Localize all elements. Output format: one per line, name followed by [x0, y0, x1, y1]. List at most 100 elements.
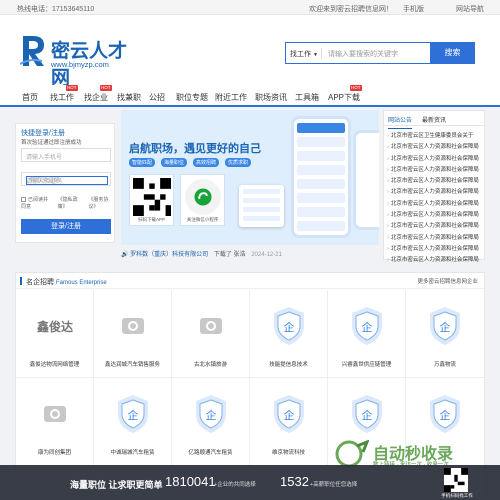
svg-text:企: 企: [128, 408, 139, 422]
svg-text:企: 企: [440, 320, 451, 334]
app-qr-code: 扫码下载APP: [129, 174, 174, 226]
list-item[interactable]: 北京市密云区人力资源和社会保障局: [387, 255, 483, 266]
search-box: 找工作 ▼ 请输入要搜索的关键字 搜索: [285, 42, 475, 64]
nav-public-recruit[interactable]: 公招: [149, 92, 165, 103]
promo-slogan: 海量职位 让求职更简单: [70, 480, 163, 490]
enterprise-card[interactable]: 企 中诚瑞城汽车租赁: [94, 378, 172, 466]
enterprise-card[interactable]: 鑫俊达 鑫俊达物流网络管理: [16, 290, 94, 378]
search-input[interactable]: 请输入要搜索的关键字: [328, 49, 398, 59]
company-name: 技能提信息技术: [269, 362, 308, 368]
nav-home[interactable]: 首页: [22, 92, 38, 103]
app-banner[interactable]: 启航职场，遇见更好的自己 智能匹配 海量职位 高效招聘 优质求职 扫码下载APP 关注…: [121, 110, 379, 245]
nav-part-time[interactable]: 找兼职: [117, 92, 141, 103]
list-item[interactable]: 北京市密云区人力资源和社会保障局: [387, 154, 483, 165]
nav-job-topics[interactable]: 职位专题: [176, 92, 208, 103]
list-item[interactable]: 北京市密云区人力资源和社会保障局: [387, 244, 483, 255]
code-input[interactable]: 请输入验证码 获取验证码: [21, 172, 111, 186]
enterprise-shield-icon: 企: [262, 307, 316, 345]
list-item[interactable]: 北京市密云区人力资源和社会保障局: [387, 176, 483, 187]
camera-icon: [106, 308, 160, 344]
qr1-caption: 扫码下载APP: [137, 217, 165, 222]
ticker-company[interactable]: 罗科数（重庆）科技有限公司: [130, 252, 208, 258]
announcement-panel: 网站公告 最新资讯 北京市密云区卫生健康委员会关于 北京市密云区人力资源和社会保…: [383, 110, 485, 263]
svg-text:企: 企: [440, 408, 451, 422]
hot-badge: HOT: [66, 85, 78, 91]
chevron-down-icon: ▼: [313, 52, 318, 58]
nav-career-news[interactable]: 职场资讯: [255, 92, 287, 103]
app-qr-caption: 手机扫码找工作: [441, 493, 473, 498]
list-item[interactable]: 北京市密云区人力资源和社会保障局: [387, 142, 483, 153]
nav-app-download[interactable]: APP下载 HOT: [328, 85, 362, 103]
enterprise-card[interactable]: 企 亿路顺通汽车租赁: [172, 378, 250, 466]
banner-tags: 智能匹配 海量职位 高效招聘 优质求职: [129, 158, 252, 167]
enterprise-shield-icon: 企: [418, 307, 472, 345]
speaker-icon: 🔊: [121, 252, 129, 258]
agreement-row: 已阅读并同意 《隐私政策》 《服务协议》: [21, 196, 114, 210]
enterprise-card[interactable]: 古北水镇旅游: [172, 290, 250, 378]
svg-text:企: 企: [284, 408, 295, 422]
agree-checkbox[interactable]: 已阅读并同意: [21, 196, 53, 210]
more-enterprises-link[interactable]: 更多密云招聘信息网企业: [417, 277, 478, 285]
privacy-link[interactable]: 《隐私政策》: [58, 196, 84, 210]
phone-mockup: [291, 116, 351, 238]
app-download-qr[interactable]: 手机扫码找工作: [432, 465, 482, 500]
company-name: 中诚瑞城汽车租赁: [110, 450, 155, 456]
nav-find-company[interactable]: 找企业 HOT: [84, 85, 112, 103]
watermark-logo-icon: [335, 440, 369, 468]
company-name: 鑫俊达物流网络管理: [29, 362, 80, 368]
enterprise-card[interactable]: 企 兴睿鑫世供应链管理: [328, 290, 406, 378]
nav-find-job[interactable]: 找工作 HOT: [50, 85, 78, 103]
list-item[interactable]: 北京市密云区人力资源和社会保障局: [387, 187, 483, 198]
get-code-button[interactable]: 获取验证码: [26, 176, 108, 185]
company-name: 万鑫物流: [433, 362, 456, 368]
enterprise-card[interactable]: 企 维京物流科技: [250, 378, 328, 466]
qr-code-icon: [444, 468, 468, 492]
service-link[interactable]: 《服务协议》: [88, 196, 114, 210]
mobile-link[interactable]: 手机版: [403, 4, 424, 14]
nav-nearby-jobs[interactable]: 附近工作: [215, 92, 247, 103]
ticker-date: 2024-12-21: [251, 252, 282, 258]
section-title: 名企招聘 Famous Enterprise: [26, 279, 107, 286]
enterprise-card[interactable]: 企 万鑫物流: [406, 290, 484, 378]
enterprise-card[interactable]: 鑫达润城汽车销售服务: [94, 290, 172, 378]
camera-icon: [184, 308, 238, 344]
top-bar: 热线电话：17153645110 欢迎来到密云招聘信息网！ 手机版 网站导航: [0, 0, 500, 15]
company-name: 鑫达润城汽车销售服务: [104, 362, 160, 368]
tab-latest-news[interactable]: 最新资讯: [422, 115, 446, 124]
search-button[interactable]: 搜索: [430, 42, 475, 64]
list-item[interactable]: 北京市密云区卫生健康委员会关于: [387, 131, 483, 142]
enterprise-card[interactable]: 企 技能提信息技术: [250, 290, 328, 378]
hot-badge: HOT: [350, 85, 362, 91]
banner-title: 启航职场，遇见更好的自己: [129, 143, 261, 155]
site-nav-link[interactable]: 网站导航: [456, 4, 484, 14]
company-name: 亿路顺通汽车租赁: [188, 450, 233, 456]
svg-text:企: 企: [206, 408, 217, 422]
job-count-label: +高薪职位任您选择: [310, 482, 358, 488]
enterprise-shield-icon: 企: [184, 395, 238, 433]
phone-input[interactable]: 请输入手机号: [21, 148, 111, 162]
list-item[interactable]: 北京市密云区人力资源和社会保障局: [387, 199, 483, 210]
main-nav: 首页 找工作 HOT 找企业 HOT 找兼职 公招 职位专题 附近工作 职场资讯 工…: [0, 85, 500, 107]
login-submit-button[interactable]: 登录/注册: [21, 219, 111, 234]
search-type-select[interactable]: 找工作 ▼: [290, 49, 318, 59]
enterprise-shield-icon: 企: [262, 395, 316, 433]
hot-badge: HOT: [100, 85, 112, 91]
site-logo[interactable]: 密云人才网 www.bjmyzp.com: [20, 34, 140, 89]
company-logo: 鑫俊达: [36, 319, 73, 334]
list-item[interactable]: 北京市密云区人力资源和社会保障局: [387, 210, 483, 221]
enterprise-count: 1810041: [165, 474, 216, 489]
list-item[interactable]: 北京市密云区人力资源和社会保障局: [387, 233, 483, 244]
camera-icon: [28, 396, 82, 432]
list-item[interactable]: 北京市密云区人力资源和社会保障局: [387, 221, 483, 232]
list-item[interactable]: 北京市密云区人力资源和社会保障局: [387, 165, 483, 176]
company-name: 兴睿鑫世供应链管理: [341, 362, 392, 368]
logo-mark-icon: [20, 36, 44, 66]
qr-code-icon: [133, 178, 171, 216]
enterprise-card[interactable]: 康为同创集团: [16, 378, 94, 466]
announcement-list: 北京市密云区卫生健康委员会关于 北京市密云区人力资源和社会保障局 北京市密云区人…: [387, 131, 483, 267]
tab-site-notice[interactable]: 网站公告: [388, 115, 413, 129]
enterprise-shield-icon: 企: [340, 395, 394, 433]
ticker-action: 下载了: [213, 252, 232, 258]
nav-toolbox[interactable]: 工具箱: [295, 92, 319, 103]
job-count: 1532: [280, 474, 309, 489]
